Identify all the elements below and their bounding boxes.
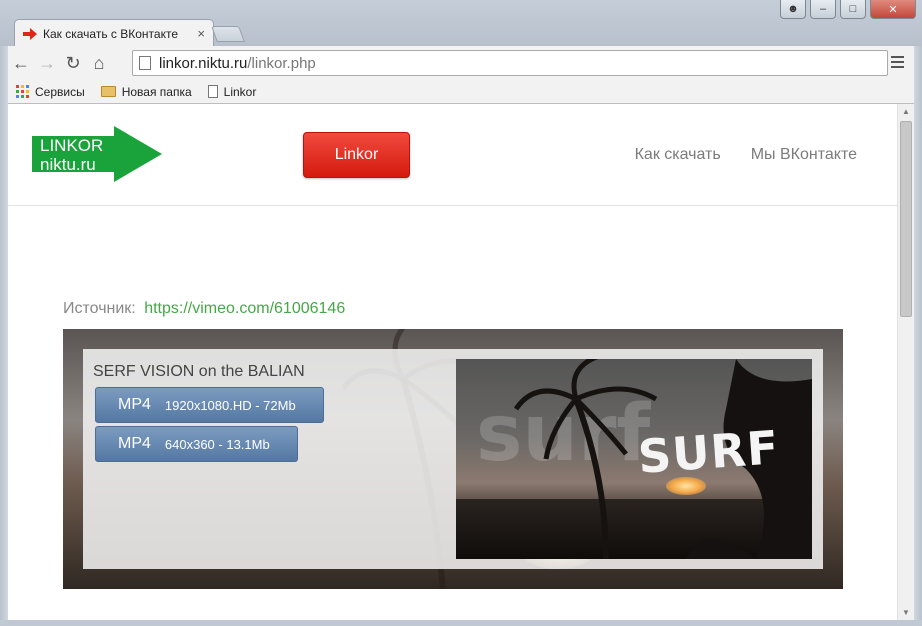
- download-format: MP4: [118, 396, 151, 413]
- linkor-button[interactable]: Linkor: [303, 132, 410, 178]
- new-tab-button[interactable]: [211, 26, 245, 42]
- tab-close-icon[interactable]: ×: [197, 26, 205, 41]
- url-path: /linkor.php: [247, 54, 316, 72]
- bookmark-apps[interactable]: Сервисы: [16, 85, 85, 99]
- page-scrollbar[interactable]: ▲ ▼: [897, 104, 914, 620]
- address-bar[interactable]: linkor.niktu.ru/linkor.php: [132, 50, 888, 76]
- tab-title: Как скачать с ВКонтакте: [43, 26, 178, 41]
- download-info: 1920x1080.HD - 72Mb: [164, 397, 296, 413]
- bookmark-folder[interactable]: Новая папка: [100, 84, 192, 99]
- site-logo[interactable]: LINKOR niktu.ru: [32, 126, 162, 182]
- minimize-icon[interactable]: –: [810, 0, 836, 19]
- window-border-right: [914, 46, 922, 626]
- video-thumbnail[interactable]: surf SURF: [456, 359, 812, 559]
- logo-arrow-icon: LINKOR niktu.ru: [32, 126, 162, 182]
- arrow-favicon-icon: [23, 27, 37, 40]
- source-label: Источник:: [63, 300, 136, 317]
- window-border-left: [0, 46, 8, 626]
- home-icon[interactable]: ⌂: [86, 50, 112, 76]
- site-nav: Как скачать Мы ВКонтакте: [635, 146, 857, 164]
- logo-line1: LINKOR: [40, 136, 103, 155]
- bookmark-label: Сервисы: [35, 84, 85, 99]
- scroll-up-icon[interactable]: ▲: [898, 104, 914, 119]
- maximize-icon[interactable]: □: [840, 0, 866, 19]
- folder-icon: [100, 86, 116, 97]
- scroll-thumb[interactable]: [900, 121, 912, 317]
- forward-icon[interactable]: →: [34, 50, 60, 76]
- video-panel: SERF VISION on the BALIAN MP4 1920x1080.…: [83, 349, 823, 569]
- scroll-down-icon[interactable]: ▼: [898, 605, 914, 620]
- video-title: SERF VISION on the BALIAN: [93, 363, 305, 380]
- browser-tab[interactable]: Как скачать с ВКонтакте ×: [14, 19, 214, 47]
- video-card: SERF VISION on the BALIAN MP4 1920x1080.…: [63, 329, 843, 589]
- site-header: LINKOR niktu.ru Linkor Как скачать Мы ВК…: [8, 104, 897, 206]
- source-link[interactable]: https://vimeo.com/61006146: [144, 300, 345, 317]
- bookmark-linkor[interactable]: Linkor: [207, 84, 257, 99]
- download-mp4-sd-button[interactable]: MP4 640x360 - 13.1Mb: [95, 426, 298, 462]
- download-format: MP4: [118, 435, 151, 452]
- user-icon[interactable]: ☻: [780, 0, 806, 19]
- download-info: 640x360 - 13.1Mb: [164, 436, 270, 452]
- reload-icon[interactable]: ↻: [60, 50, 86, 76]
- window-titlebar: Как скачать с ВКонтакте × ☻ – □ ✕: [0, 0, 922, 47]
- bookmark-label: Linkor: [223, 84, 257, 99]
- source-line: Источник: https://vimeo.com/61006146: [63, 300, 345, 318]
- thumbnail-surf-text: SURF: [636, 420, 782, 484]
- url-host: linkor.niktu.ru: [159, 54, 248, 72]
- page-icon: [207, 85, 218, 98]
- page-icon: [139, 56, 151, 70]
- nav-how-to-download[interactable]: Как скачать: [635, 146, 721, 164]
- chrome-menu-icon[interactable]: [886, 51, 908, 73]
- window-border-bottom: [0, 620, 922, 626]
- close-window-icon[interactable]: ✕: [870, 0, 916, 19]
- page-viewport: LINKOR niktu.ru Linkor Как скачать Мы ВК…: [8, 104, 914, 620]
- back-icon[interactable]: ←: [8, 50, 34, 76]
- nav-vkontakte[interactable]: Мы ВКонтакте: [751, 146, 857, 164]
- browser-toolbar: ← → ↻ ⌂ linkor.niktu.ru/linkor.php: [8, 46, 914, 80]
- apps-icon: [16, 85, 29, 98]
- bookmark-label: Новая папка: [121, 84, 192, 99]
- bookmarks-bar: Сервисы Новая папка Linkor: [8, 80, 914, 104]
- window-controls: ☻ – □ ✕: [780, 0, 916, 19]
- download-mp4-hd-button[interactable]: MP4 1920x1080.HD - 72Mb: [95, 387, 324, 423]
- logo-line2: niktu.ru: [40, 155, 96, 174]
